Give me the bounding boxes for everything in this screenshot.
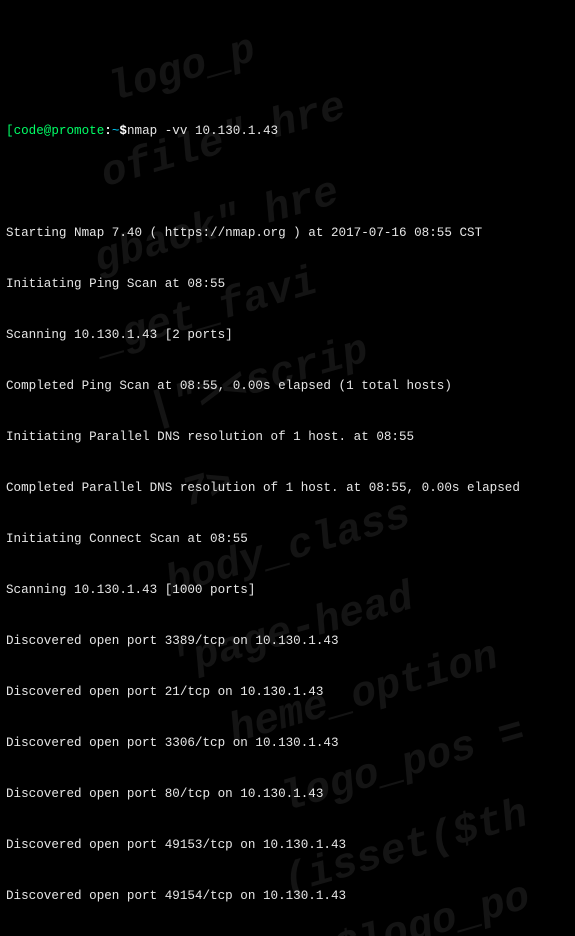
output-line: Discovered open port 3389/tcp on 10.130.…	[6, 633, 569, 650]
output-line: Discovered open port 21/tcp on 10.130.1.…	[6, 684, 569, 701]
prompt-dollar: $	[119, 124, 127, 138]
output-line: Completed Ping Scan at 08:55, 0.00s elap…	[6, 378, 569, 395]
terminal-window[interactable]: logo_p ofile" hre gback" hre _get_favi |…	[0, 0, 575, 936]
output-line	[6, 174, 569, 191]
output-line: Discovered open port 3306/tcp on 10.130.…	[6, 735, 569, 752]
terminal-output: [code@promote:~$nmap -vv 10.130.1.43 Sta…	[6, 89, 569, 936]
prompt-line[interactable]: [code@promote:~$nmap -vv 10.130.1.43	[6, 123, 569, 140]
prompt-user: code	[14, 124, 44, 138]
prompt-bracket: [	[6, 124, 14, 138]
output-line: Discovered open port 49153/tcp on 10.130…	[6, 837, 569, 854]
output-line: Initiating Connect Scan at 08:55	[6, 531, 569, 548]
prompt-host: promote	[51, 124, 104, 138]
output-line: Scanning 10.130.1.43 [1000 ports]	[6, 582, 569, 599]
output-line: Initiating Ping Scan at 08:55	[6, 276, 569, 293]
output-line: Starting Nmap 7.40 ( https://nmap.org ) …	[6, 225, 569, 242]
output-line: Discovered open port 49154/tcp on 10.130…	[6, 888, 569, 905]
prompt-sep: :	[104, 124, 112, 138]
output-line: Initiating Parallel DNS resolution of 1 …	[6, 429, 569, 446]
output-line: Completed Parallel DNS resolution of 1 h…	[6, 480, 569, 497]
output-line: Discovered open port 80/tcp on 10.130.1.…	[6, 786, 569, 803]
prompt-command: nmap -vv 10.130.1.43	[127, 124, 278, 138]
output-line: Scanning 10.130.1.43 [2 ports]	[6, 327, 569, 344]
